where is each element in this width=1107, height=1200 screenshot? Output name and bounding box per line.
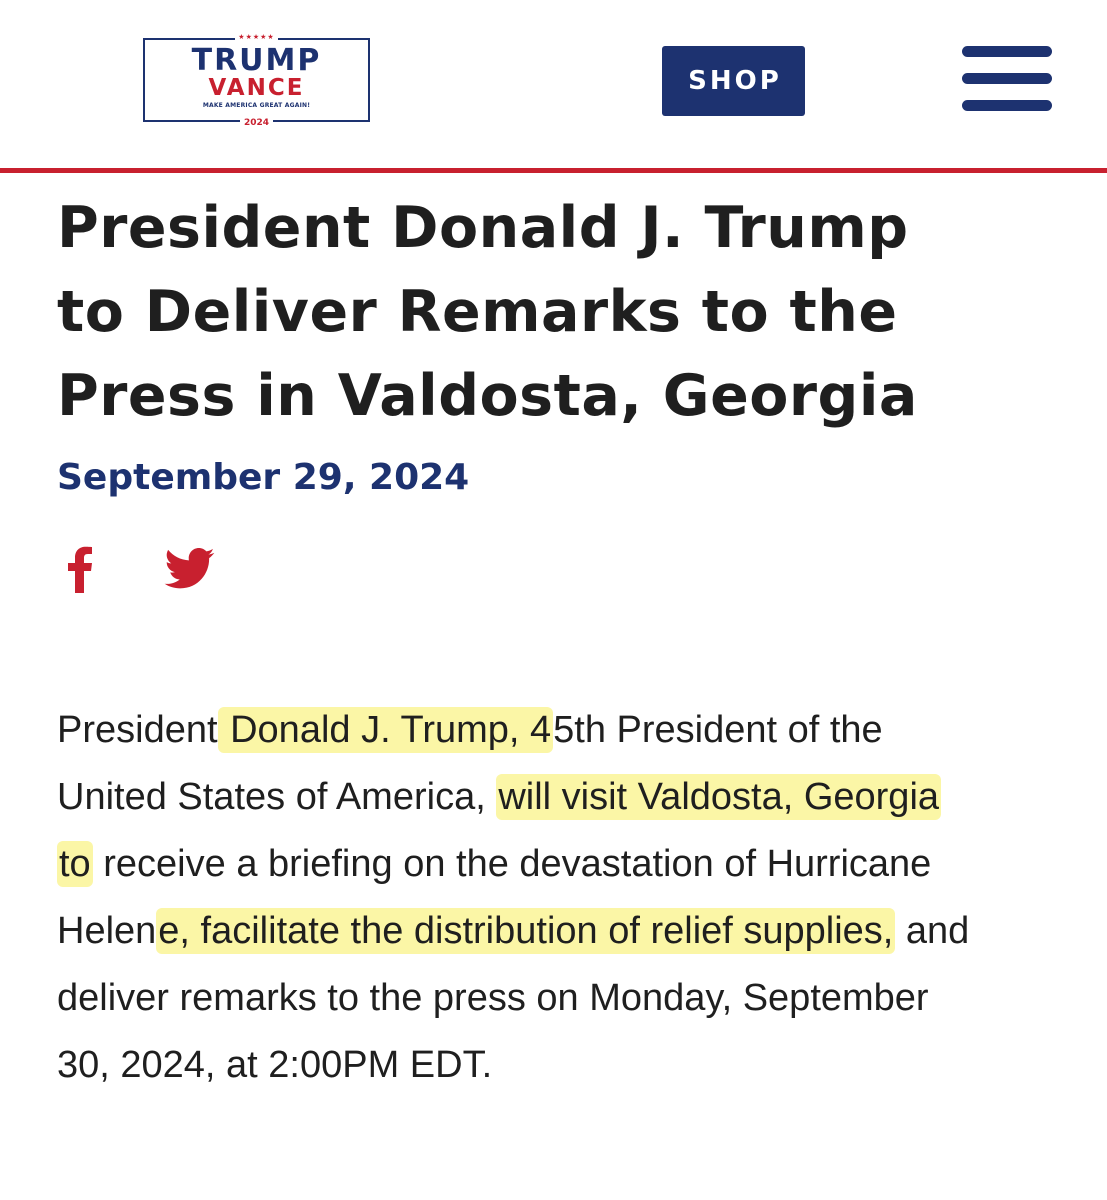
article-title-line: President Donald J. Trump [57, 195, 909, 261]
body-line: United States of America, will visit Val… [57, 764, 1067, 831]
article-body: President Donald J. Trump, 45th Presiden… [57, 697, 1067, 1099]
logo-vance-text: VANCE [208, 75, 305, 101]
highlighted-text: to [57, 841, 93, 887]
twitter-icon[interactable] [164, 548, 216, 590]
body-line: 30, 2024, at 2:00PM EDT. [57, 1044, 493, 1086]
body-line: President Donald J. Trump, 45th Presiden… [57, 697, 1067, 764]
twitter-icon-svg [164, 548, 215, 589]
facebook-icon-svg [68, 546, 92, 593]
article-title: President Donald J. Trump to Deliver Rem… [57, 186, 1057, 438]
body-text-segment: receive a briefing on the devastation of… [92, 843, 932, 885]
body-text-segment: and [895, 910, 970, 952]
body-line: Helene, facilitate the distribution of r… [57, 898, 1067, 965]
logo-year: 2024 [145, 118, 368, 128]
menu-bar [962, 73, 1052, 84]
logo-trump-text: TRUMP [191, 43, 322, 78]
logo-stars: ★★★★★ [145, 33, 368, 41]
menu-bar [962, 100, 1052, 111]
logo-slogan: MAKE AMERICA GREAT AGAIN! [202, 102, 311, 109]
article-title-line: to Deliver Remarks to the [57, 279, 898, 345]
body-text-segment: 5th President of the [553, 709, 883, 751]
highlighted-text: will visit Valdosta, Georgia [496, 774, 942, 820]
header-divider [0, 168, 1107, 173]
trump-vance-logo[interactable]: ★★★★★ TRUMP VANCE MAKE AMERICA GREAT AGA… [143, 33, 370, 128]
article-date: September 29, 2024 [57, 457, 470, 498]
body-line: to receive a briefing on the devastation… [57, 831, 1067, 898]
facebook-icon[interactable] [63, 545, 95, 593]
site-header: ★★★★★ TRUMP VANCE MAKE AMERICA GREAT AGA… [0, 0, 1107, 168]
body-line: deliver remarks to the press on Monday, … [57, 977, 929, 1019]
body-text-segment: Helen [57, 910, 157, 952]
hamburger-menu-icon[interactable] [962, 46, 1052, 112]
highlighted-text: Donald J. Trump, 4 [217, 707, 554, 753]
menu-bar [962, 46, 1052, 57]
body-text-segment: President [57, 709, 218, 751]
shop-button[interactable]: SHOP [662, 46, 805, 116]
article-title-line: Press in Valdosta, Georgia [57, 363, 918, 429]
body-text-segment: United States of America, [57, 776, 497, 818]
highlighted-text: e, facilitate the distribution of relief… [156, 908, 896, 954]
